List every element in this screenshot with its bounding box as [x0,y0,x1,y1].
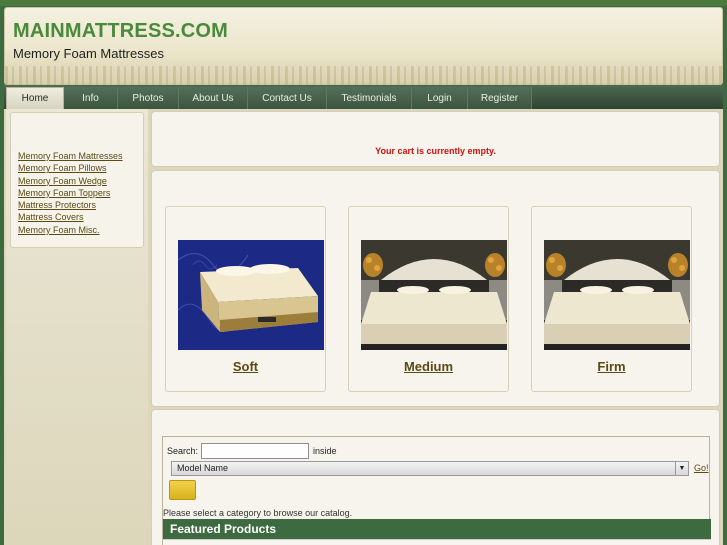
product-link-medium[interactable]: Medium [349,359,508,374]
category-link[interactable]: Memory Foam Misc. [18,225,100,235]
products-panel: Soft Medium Firm [151,170,720,407]
cart-panel: Your cart is currently empty. [151,111,720,167]
site-header: MAINMATTRESS.COM Memory Foam Mattresses [4,7,723,88]
mattress-image[interactable] [544,240,690,350]
nav-register[interactable]: Register [468,87,532,109]
main-nav: Home Info Photos About Us Contact Us Tes… [4,85,723,109]
select-value: Model Name [177,463,229,473]
category-item[interactable]: Memory Foam Pillows [18,162,123,174]
mattress-image[interactable] [178,240,324,350]
category-link[interactable]: Mattress Covers [18,212,84,222]
category-item[interactable]: Mattress Covers [18,211,123,223]
search-input[interactable] [201,443,309,459]
product-card-soft[interactable]: Soft [165,206,326,392]
category-item[interactable]: Memory Foam Mattresses [18,150,123,162]
nav-testimonials[interactable]: Testimonials [327,87,412,109]
nav-about-us[interactable]: About Us [179,87,248,109]
product-card-firm[interactable]: Firm [531,206,692,392]
top-strip [0,0,727,6]
category-box: Memory Foam Mattresses Memory Foam Pillo… [10,112,144,248]
dropdown-arrow-icon[interactable]: ▼ [675,462,688,475]
category-item[interactable]: Memory Foam Toppers [18,187,123,199]
nav-home[interactable]: Home [6,87,64,109]
site-tagline: Memory Foam Mattresses [13,46,164,61]
featured-products-body [163,539,711,545]
category-link[interactable]: Memory Foam Wedge [18,176,107,186]
cart-status: Your cart is currently empty. [375,146,496,156]
category-list: Memory Foam Mattresses Memory Foam Pillo… [18,150,123,236]
category-link[interactable]: Memory Foam Mattresses [18,151,123,161]
search-label: Search: [167,446,199,456]
sidebar: Memory Foam Mattresses Memory Foam Pillo… [6,109,148,545]
inside-label: inside [313,446,337,456]
search-field-select[interactable]: Model Name ▼ [171,461,689,476]
nav-info[interactable]: Info [64,87,118,109]
nav-contact-us[interactable]: Contact Us [248,87,327,109]
browse-message: Please select a category to browse our c… [163,508,353,518]
product-link-soft[interactable]: Soft [166,359,325,374]
category-item[interactable]: Memory Foam Wedge [18,175,123,187]
site-name[interactable]: MAINMATTRESS.COM [13,20,228,43]
search-form: Search: inside Model Name ▼ Go! Please s… [162,436,711,545]
search-panel: Search: inside Model Name ▼ Go! Please s… [151,409,720,545]
search-button[interactable] [169,480,196,500]
category-link[interactable]: Mattress Protectors [18,200,96,210]
nav-login[interactable]: Login [412,87,468,109]
category-item[interactable]: Mattress Protectors [18,199,123,211]
content-area: Memory Foam Mattresses Memory Foam Pillo… [4,109,723,545]
nav-photos[interactable]: Photos [118,87,179,109]
product-link-firm[interactable]: Firm [532,359,691,374]
go-link[interactable]: Go! [694,463,709,473]
mattress-image[interactable] [361,240,507,350]
category-link[interactable]: Memory Foam Pillows [18,163,107,173]
product-card-medium[interactable]: Medium [348,206,509,392]
category-item[interactable]: Memory Foam Misc. [18,224,123,236]
category-link[interactable]: Memory Foam Toppers [18,188,110,198]
featured-products-header: Featured Products [163,519,711,539]
